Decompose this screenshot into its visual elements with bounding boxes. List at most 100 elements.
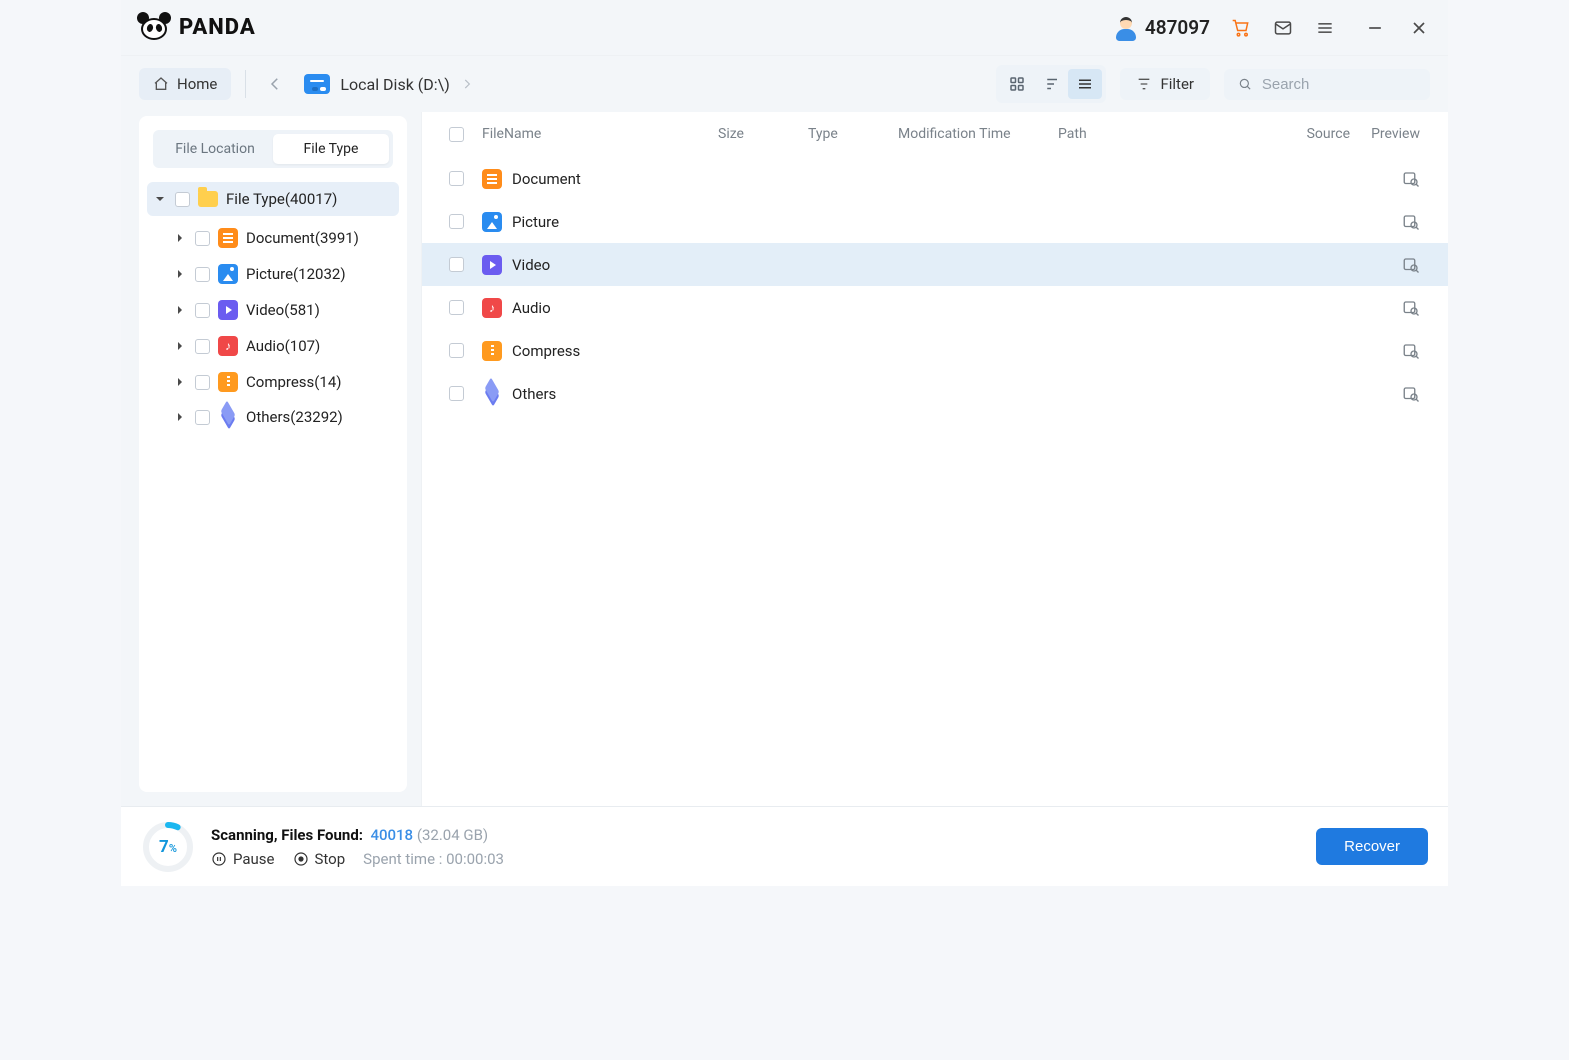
ft-doc-icon [482, 169, 502, 189]
table-row[interactable]: Others [422, 372, 1448, 415]
preview-button[interactable] [1350, 342, 1420, 360]
row-name: Video [512, 256, 550, 274]
tree-item-label: Document(3991) [246, 229, 359, 247]
preview-button[interactable] [1350, 256, 1420, 274]
checkbox[interactable] [195, 267, 210, 282]
home-button[interactable]: Home [139, 68, 231, 100]
breadcrumb-label: Local Disk (D:\) [340, 75, 449, 94]
row-name: Audio [512, 299, 551, 317]
checkbox[interactable] [175, 192, 190, 207]
search-input[interactable] [1262, 76, 1416, 93]
col-header-mod[interactable]: Modification Time [898, 126, 1058, 142]
preview-button[interactable] [1350, 213, 1420, 231]
home-icon [153, 76, 169, 92]
tree-root-file-type[interactable]: File Type(40017) [147, 182, 399, 216]
checkbox[interactable] [449, 214, 464, 229]
ft-vid-icon [482, 255, 502, 275]
ft-pic-icon [218, 264, 238, 284]
checkbox[interactable] [449, 257, 464, 272]
stop-icon [293, 851, 309, 867]
col-header-size[interactable]: Size [718, 126, 808, 142]
checkbox[interactable] [449, 300, 464, 315]
table-row[interactable]: Audio [422, 286, 1448, 329]
recover-button[interactable]: Recover [1316, 828, 1428, 865]
preview-button[interactable] [1350, 299, 1420, 317]
checkbox[interactable] [449, 343, 464, 358]
checkbox[interactable] [449, 171, 464, 186]
checkbox[interactable] [195, 410, 210, 425]
filter-label: Filter [1160, 75, 1194, 93]
folder-icon [198, 191, 218, 207]
checkbox[interactable] [195, 375, 210, 390]
col-header-name[interactable]: FileName [478, 126, 718, 142]
view-grid-button[interactable] [1000, 69, 1034, 99]
table-header: FileName Size Type Modification Time Pat… [422, 112, 1448, 157]
tree-root-label: File Type(40017) [226, 190, 337, 208]
checkbox-all[interactable] [449, 127, 464, 142]
ft-oth-icon [218, 409, 238, 425]
view-list-button[interactable] [1068, 69, 1102, 99]
cart-icon[interactable] [1230, 17, 1252, 39]
preview-button[interactable] [1350, 385, 1420, 403]
chevron-down-icon [155, 194, 167, 204]
tree-item[interactable]: Others(23292) [147, 400, 399, 434]
tab-file-location[interactable]: File Location [157, 134, 273, 164]
close-icon[interactable] [1408, 17, 1430, 39]
avatar-icon [1115, 17, 1137, 39]
checkbox[interactable] [195, 303, 210, 318]
tree-item[interactable]: Video(581) [147, 292, 399, 328]
mail-icon[interactable] [1272, 17, 1294, 39]
sidebar-tabs: File Location File Type [153, 130, 393, 168]
table-row[interactable]: Video [422, 243, 1448, 286]
checkbox[interactable] [195, 231, 210, 246]
col-header-preview[interactable]: Preview [1350, 126, 1420, 142]
filter-button[interactable]: Filter [1120, 68, 1210, 100]
chevron-right-icon [175, 377, 187, 387]
pause-button[interactable]: Pause [211, 850, 275, 868]
app-logo: PANDA [139, 12, 256, 44]
row-name: Compress [512, 342, 580, 360]
checkbox[interactable] [449, 386, 464, 401]
table-row[interactable]: Picture [422, 200, 1448, 243]
breadcrumb[interactable]: Local Disk (D:\) [304, 74, 473, 94]
preview-button[interactable] [1350, 170, 1420, 188]
col-header-source[interactable]: Source [1260, 126, 1350, 142]
chevron-right-icon [175, 269, 187, 279]
view-toggle [996, 65, 1106, 103]
hamburger-menu-icon[interactable] [1314, 17, 1336, 39]
panda-icon [139, 12, 171, 44]
tree-item[interactable]: Picture(12032) [147, 256, 399, 292]
view-detail-button[interactable] [1034, 69, 1068, 99]
ft-pic-icon [482, 212, 502, 232]
chevron-right-icon [175, 341, 187, 351]
tree-item-label: Others(23292) [246, 408, 343, 426]
chevron-right-icon [460, 77, 474, 91]
tab-file-type[interactable]: File Type [273, 134, 389, 164]
tree-item[interactable]: Document(3991) [147, 220, 399, 256]
chevron-right-icon [175, 412, 187, 422]
minimize-icon[interactable] [1364, 17, 1386, 39]
back-button[interactable] [260, 69, 290, 99]
stop-label: Stop [315, 850, 346, 868]
row-name: Others [512, 385, 556, 403]
table-row[interactable]: Document [422, 157, 1448, 200]
total-size: (32.04 GB) [417, 826, 488, 844]
tree-item[interactable]: Compress(14) [147, 364, 399, 400]
progress-ring: 7% [141, 820, 195, 874]
user-id-value: 487097 [1145, 16, 1210, 39]
row-name: Document [512, 170, 581, 188]
tree-item-label: Video(581) [246, 301, 320, 319]
ft-doc-icon [218, 228, 238, 248]
tree-item[interactable]: Audio(107) [147, 328, 399, 364]
pause-icon [211, 851, 227, 867]
stop-button[interactable]: Stop [293, 850, 346, 868]
col-header-path[interactable]: Path [1058, 126, 1260, 142]
user-account[interactable]: 487097 [1115, 16, 1210, 39]
table-row[interactable]: Compress [422, 329, 1448, 372]
tree-item-label: Picture(12032) [246, 265, 346, 283]
checkbox[interactable] [195, 339, 210, 354]
ft-aud-icon [218, 336, 238, 356]
col-header-type[interactable]: Type [808, 126, 898, 142]
ft-aud-icon [482, 298, 502, 318]
search-box[interactable] [1224, 69, 1430, 100]
